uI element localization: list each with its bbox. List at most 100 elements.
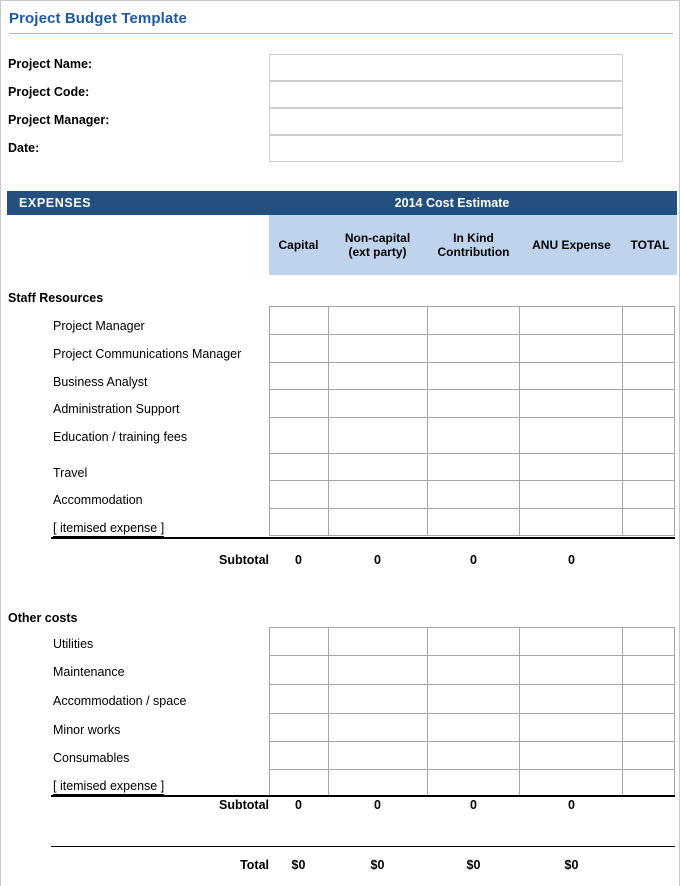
cell-capital[interactable] — [270, 307, 329, 335]
cell-in-kind[interactable] — [427, 390, 521, 418]
grand-total-anu-expense: $0 — [564, 858, 579, 872]
cell-non-capital[interactable] — [328, 770, 428, 797]
cell-anu-expense[interactable] — [520, 742, 624, 770]
cell-in-kind[interactable] — [427, 335, 521, 363]
cell-capital[interactable] — [270, 418, 329, 454]
cell-in-kind[interactable] — [427, 685, 521, 714]
table-row[interactable] — [270, 656, 675, 685]
input-project-manager[interactable] — [269, 108, 623, 135]
cell-total[interactable] — [623, 363, 675, 390]
cell-in-kind[interactable] — [427, 770, 521, 797]
cell-capital[interactable] — [270, 509, 329, 536]
cell-total[interactable] — [623, 714, 675, 742]
cell-non-capital[interactable] — [328, 390, 428, 418]
cell-anu-expense[interactable] — [520, 307, 624, 335]
page-title-block: Project Budget Template — [9, 10, 673, 34]
cell-total[interactable] — [623, 628, 675, 656]
cell-capital[interactable] — [270, 454, 329, 481]
cell-non-capital[interactable] — [328, 656, 428, 685]
cell-capital[interactable] — [270, 656, 329, 685]
cell-non-capital[interactable] — [328, 714, 428, 742]
cell-in-kind[interactable] — [427, 418, 521, 454]
cell-total[interactable] — [623, 390, 675, 418]
table-row[interactable] — [270, 481, 675, 509]
table-row[interactable] — [270, 685, 675, 714]
cell-anu-expense[interactable] — [520, 363, 624, 390]
cell-non-capital[interactable] — [328, 363, 428, 390]
cell-anu-expense[interactable] — [520, 335, 624, 363]
cell-anu-expense[interactable] — [520, 418, 624, 454]
input-date[interactable] — [269, 135, 623, 162]
table-row[interactable] — [270, 509, 675, 536]
cell-total[interactable] — [623, 454, 675, 481]
cell-non-capital[interactable] — [328, 481, 428, 509]
expenses-banner: EXPENSES 2014 Cost Estimate — [7, 191, 677, 215]
cell-total[interactable] — [623, 770, 675, 797]
cell-in-kind[interactable] — [427, 481, 521, 509]
cell-anu-expense[interactable] — [520, 685, 624, 714]
cell-total[interactable] — [623, 307, 675, 335]
cell-in-kind[interactable] — [427, 628, 521, 656]
table-row[interactable] — [270, 363, 675, 390]
table-row[interactable] — [270, 714, 675, 742]
row-label-accommodation: Accommodation — [53, 493, 143, 507]
cell-anu-expense[interactable] — [520, 509, 624, 536]
cell-non-capital[interactable] — [328, 685, 428, 714]
row-label-project-communications-manager: Project Communications Manager — [53, 347, 242, 361]
table-row[interactable] — [270, 307, 675, 335]
cell-anu-expense[interactable] — [520, 481, 624, 509]
cell-non-capital[interactable] — [328, 418, 428, 454]
cell-capital[interactable] — [270, 363, 329, 390]
input-project-name[interactable] — [269, 54, 623, 81]
table-row[interactable] — [270, 454, 675, 481]
grand-total-non-capital: $0 — [370, 858, 385, 872]
cell-total[interactable] — [623, 418, 675, 454]
cell-anu-expense[interactable] — [520, 714, 624, 742]
cell-capital[interactable] — [270, 481, 329, 509]
cell-capital[interactable] — [270, 335, 329, 363]
column-header-in-kind: In Kind Contribution — [427, 231, 520, 259]
cell-non-capital[interactable] — [328, 307, 428, 335]
cell-capital[interactable] — [270, 685, 329, 714]
cell-capital[interactable] — [270, 742, 329, 770]
cell-capital[interactable] — [270, 390, 329, 418]
cell-in-kind[interactable] — [427, 509, 521, 536]
table-row[interactable] — [270, 628, 675, 656]
table-row[interactable] — [270, 418, 675, 454]
cell-total[interactable] — [623, 481, 675, 509]
cell-total[interactable] — [623, 335, 675, 363]
cell-non-capital[interactable] — [328, 742, 428, 770]
cell-in-kind[interactable] — [427, 714, 521, 742]
cell-total[interactable] — [623, 656, 675, 685]
cell-total[interactable] — [623, 509, 675, 536]
cell-in-kind[interactable] — [427, 656, 521, 685]
cell-non-capital[interactable] — [328, 509, 428, 536]
cell-total[interactable] — [623, 685, 675, 714]
cell-in-kind[interactable] — [427, 363, 521, 390]
cell-anu-expense[interactable] — [520, 454, 624, 481]
grand-total-in-kind: $0 — [466, 858, 481, 872]
cell-non-capital[interactable] — [328, 628, 428, 656]
cell-anu-expense[interactable] — [520, 770, 624, 797]
cell-total[interactable] — [623, 742, 675, 770]
cell-in-kind[interactable] — [427, 307, 521, 335]
cell-anu-expense[interactable] — [520, 628, 624, 656]
cell-anu-expense[interactable] — [520, 656, 624, 685]
row-label-project-manager: Project Manager — [53, 319, 145, 333]
row-label-itemised-expense-staff: [ itemised expense ] — [53, 521, 165, 537]
cell-non-capital[interactable] — [328, 335, 428, 363]
table-row[interactable] — [270, 742, 675, 770]
cell-capital[interactable] — [270, 628, 329, 656]
table-row[interactable] — [270, 335, 675, 363]
grand-total-row: Total $0 $0 $0 $0 — [1, 858, 679, 878]
table-row[interactable] — [270, 390, 675, 418]
cell-in-kind[interactable] — [427, 454, 521, 481]
table-row[interactable] — [270, 770, 675, 797]
cell-in-kind[interactable] — [427, 742, 521, 770]
row-label-administration-support: Administration Support — [53, 402, 180, 416]
input-project-code[interactable] — [269, 81, 623, 108]
cell-anu-expense[interactable] — [520, 390, 624, 418]
cell-non-capital[interactable] — [328, 454, 428, 481]
cell-capital[interactable] — [270, 714, 329, 742]
cell-capital[interactable] — [270, 770, 329, 797]
